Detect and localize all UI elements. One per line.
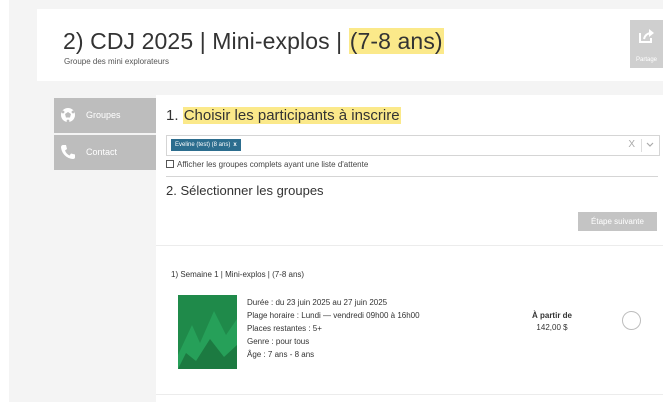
page-title: 2) CDJ 2025 | Mini-explos | (7-8 ans) (63, 28, 444, 55)
chip-remove-icon[interactable]: x (233, 142, 236, 148)
main-content: 1. Choisir les participants à inscrire E… (156, 95, 663, 402)
share-label: Partage (635, 57, 657, 63)
group-title: 1) Semaine 1 | Mini-explos | (7-8 ans) (171, 270, 305, 279)
page-title-highlight: (7-8 ans) (348, 28, 444, 54)
share-button[interactable]: Partage (630, 20, 663, 68)
step2-heading: 2. Sélectionner les groupes (166, 183, 324, 198)
left-margin (0, 0, 9, 402)
section-divider (156, 394, 663, 395)
price-label: À partir de (531, 311, 572, 320)
group-thumbnail (178, 295, 237, 369)
checkbox-label: Afficher les groupes complets ayant une … (177, 160, 369, 169)
group-places: Places restantes : 5+ (247, 324, 322, 333)
page-title-main: 2) CDJ 2025 | Mini-explos | (63, 28, 349, 54)
sidebar: Groupes Contact (54, 98, 156, 172)
phone-icon (61, 145, 75, 159)
sidebar-item-contact[interactable]: Contact (54, 135, 156, 170)
step1-title: Choisir les participants à inscrire (182, 107, 401, 124)
select-separator (641, 139, 642, 152)
show-full-groups-checkbox[interactable]: Afficher les groupes complets ayant une … (166, 160, 368, 169)
price-amount: 142,00 $ (536, 323, 568, 332)
share-icon (639, 29, 654, 43)
group-price: À partir de 142,00 $ (524, 311, 580, 332)
chevron-down-icon[interactable] (646, 140, 654, 150)
group-select-radio[interactable] (622, 311, 641, 330)
sidebar-item-label: Contact (86, 147, 118, 157)
mountain-image (178, 295, 237, 369)
participant-chip: Eveline (test) (8 ans) x (171, 139, 241, 151)
group-schedule: Plage horaire : Lundi — vendredi 09h00 à… (247, 311, 420, 320)
step1-heading: 1. Choisir les participants à inscrire (166, 107, 401, 124)
page-header: 2) CDJ 2025 | Mini-explos | (7-8 ans) Gr… (37, 9, 663, 81)
group-age: Âge : 7 ans - 8 ans (247, 350, 315, 359)
page-subtitle: Groupe des mini explorateurs (64, 57, 169, 66)
group-details: Durée : du 23 juin 2025 au 27 juin 2025 … (247, 296, 420, 361)
section-divider (156, 245, 663, 246)
section-divider (166, 176, 658, 177)
checkbox-box[interactable] (166, 160, 174, 168)
clear-selection-icon[interactable]: X (628, 139, 635, 150)
group-gender: Genre : pour tous (247, 337, 310, 346)
sidebar-item-groupes[interactable]: Groupes (54, 98, 156, 133)
step1-number: 1. (166, 107, 183, 124)
participant-chip-label: Eveline (test) (8 ans) (175, 142, 231, 148)
participants-select[interactable]: Eveline (test) (8 ans) x X (166, 135, 660, 156)
sidebar-item-label: Groupes (86, 110, 121, 120)
group-duration: Durée : du 23 juin 2025 au 27 juin 2025 (247, 298, 388, 307)
soccer-ball-icon (61, 108, 75, 123)
next-step-button[interactable]: Étape suivante (578, 212, 657, 231)
